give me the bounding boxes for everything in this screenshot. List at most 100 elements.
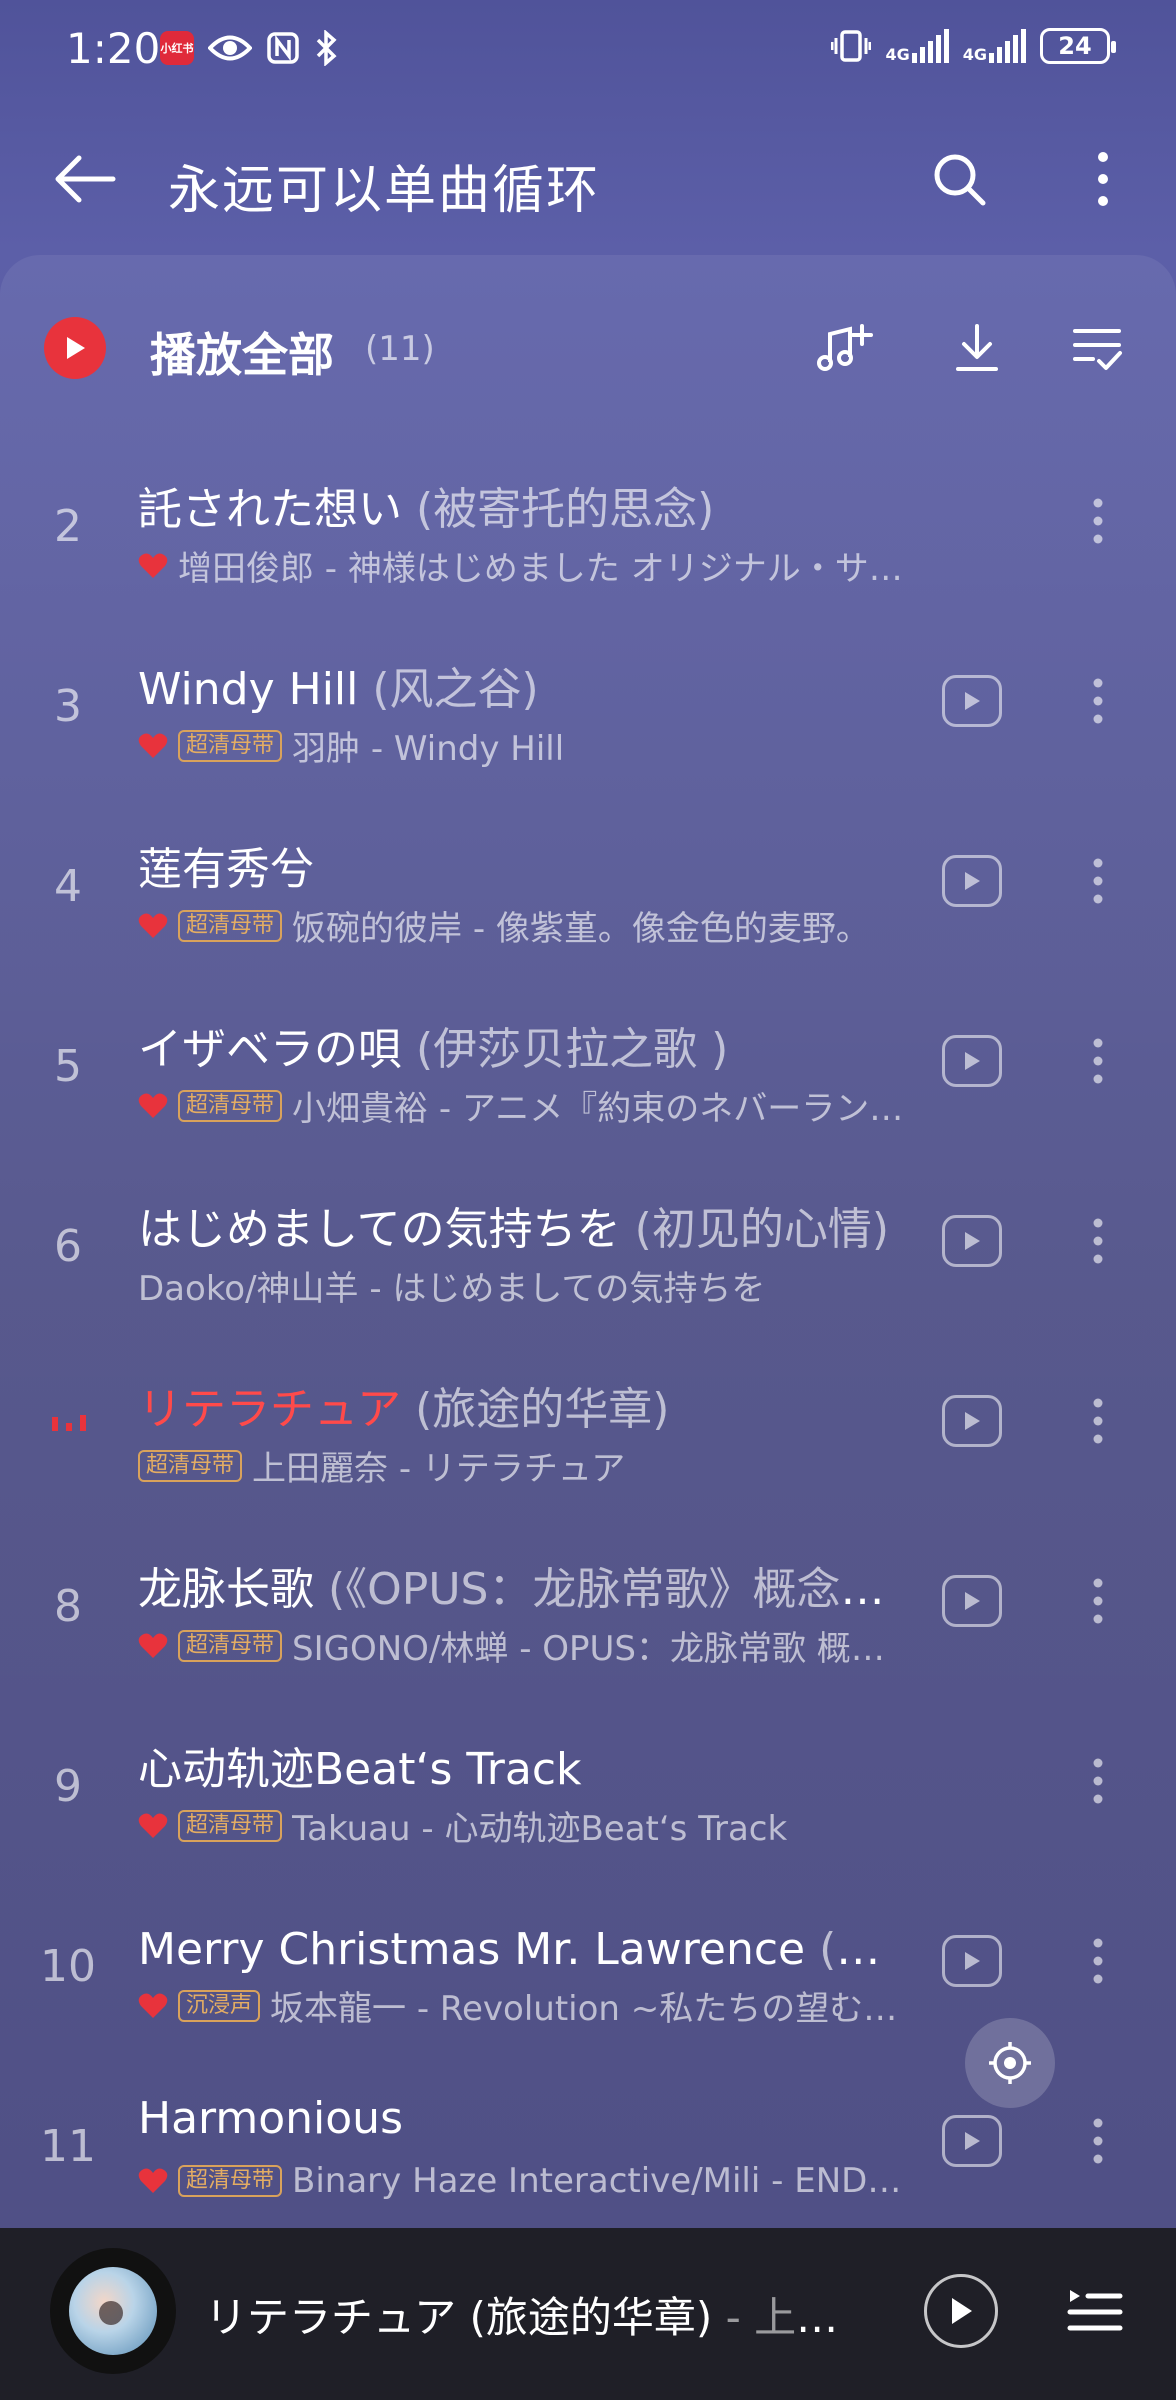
song-index: 2 bbox=[54, 501, 82, 552]
song-index: 11 bbox=[40, 2121, 96, 2172]
song-meta: 增田俊郎 - 神様はじめました オリジナル・サウンドトラック bbox=[138, 541, 918, 590]
mv-play-button[interactable] bbox=[942, 2115, 1002, 2167]
song-title[interactable]: Windy Hill (风之谷) bbox=[138, 653, 918, 717]
song-more-button[interactable] bbox=[1070, 2105, 1126, 2177]
quality-badge: 超清母带 bbox=[178, 2165, 283, 2197]
more-vertical-icon bbox=[1098, 152, 1108, 206]
battery-indicator: 24 bbox=[1040, 28, 1116, 64]
playlist-queue-button[interactable] bbox=[1062, 2278, 1128, 2344]
song-index: 4 bbox=[54, 861, 82, 912]
status-time: 1:20 bbox=[66, 24, 161, 73]
song-title[interactable]: リテラチュア (旅途的华章) bbox=[138, 1373, 918, 1437]
more-vertical-icon bbox=[1093, 1398, 1103, 1444]
play-all-button[interactable] bbox=[44, 317, 106, 379]
song-title-main: 託された想い bbox=[138, 484, 402, 535]
song-more-button[interactable] bbox=[1070, 845, 1126, 917]
song-artist-album: Daoko/神山羊 - はじめましての気持ちを bbox=[138, 1269, 766, 1309]
song-row[interactable]: 5 イザベラの唄 (伊莎贝拉之歌 ) 超清母带 小畑貴裕 - アニメ『約束のネバーラン… bbox=[0, 975, 1176, 1155]
song-artist-album: Takuau - 心动轨迹Beat‘s Track bbox=[292, 1809, 788, 1849]
quality-badge: 超清母带 bbox=[178, 909, 283, 942]
mini-play-button[interactable] bbox=[924, 2274, 998, 2348]
song-artist-album: 增田俊郎 - 神様はじめました オリジナル・サウンドトラック bbox=[178, 549, 918, 589]
back-button[interactable] bbox=[50, 144, 120, 214]
song-title-main: リテラチュア bbox=[138, 1384, 402, 1435]
song-artist-album: 羽肿 - Windy Hill bbox=[292, 729, 565, 769]
signal-1: 4G bbox=[885, 29, 949, 63]
mv-play-button[interactable] bbox=[942, 855, 1002, 907]
locate-current-song-button[interactable] bbox=[965, 2018, 1055, 2108]
signal-bars-1-icon bbox=[911, 29, 949, 63]
app-bar: 永远可以单曲循环 bbox=[0, 120, 1176, 240]
status-system-icons: 4G 4G 24 bbox=[831, 28, 1116, 64]
song-count: (11) bbox=[365, 329, 435, 369]
song-meta: 超清母带 上田麗奈 - リテラチュア bbox=[138, 1441, 918, 1490]
song-more-button[interactable] bbox=[1070, 1385, 1126, 1457]
song-more-button[interactable] bbox=[1070, 1565, 1126, 1637]
song-row[interactable]: 3 Windy Hill (风之谷) 超清母带 羽肿 - Windy Hill bbox=[0, 615, 1176, 795]
multi-select-button[interactable] bbox=[1066, 317, 1128, 379]
song-more-button[interactable] bbox=[1070, 665, 1126, 737]
target-icon bbox=[989, 2042, 1031, 2084]
now-playing-artist: - 上田麗奈 bbox=[725, 2293, 845, 2342]
album-cover[interactable] bbox=[50, 2248, 176, 2374]
song-title[interactable]: Merry Christmas Mr. Lawrence (圣诞快乐，劳伦斯先生… bbox=[138, 1913, 918, 1977]
video-play-icon bbox=[965, 2132, 980, 2150]
song-row[interactable]: 6 はじめましての気持ちを (初见的心情) Daoko/神山羊 - はじめましての気… bbox=[0, 1155, 1176, 1335]
song-artist-album: SIGONO/林蝉 - OPUS：龙脉常歌 概念原声带 bbox=[292, 1629, 918, 1669]
song-title[interactable]: 龙脉长歌 (《OPUS：龙脉常歌》概念宣传曲) bbox=[138, 1553, 918, 1617]
mv-play-button[interactable] bbox=[942, 1395, 1002, 1447]
song-index: 9 bbox=[54, 1761, 82, 1812]
album-art-image bbox=[69, 2267, 157, 2355]
mv-play-button[interactable] bbox=[942, 1035, 1002, 1087]
song-more-button[interactable] bbox=[1070, 485, 1126, 557]
song-index: 5 bbox=[54, 1041, 82, 1092]
arrow-left-icon bbox=[55, 155, 116, 203]
song-title-translation: (初见的心情) bbox=[620, 1204, 890, 1255]
mv-play-button[interactable] bbox=[942, 1575, 1002, 1627]
song-title[interactable]: 託された想い (被寄托的思念) bbox=[138, 473, 918, 537]
song-title-translation: (风之谷) bbox=[358, 664, 539, 715]
song-more-button[interactable] bbox=[1070, 1205, 1126, 1277]
song-more-button[interactable] bbox=[1070, 1025, 1126, 1097]
song-meta: Daoko/神山羊 - はじめましての気持ちを bbox=[138, 1261, 918, 1310]
search-button[interactable] bbox=[924, 144, 994, 214]
song-more-button[interactable] bbox=[1070, 1925, 1126, 1997]
play-all-row[interactable]: 播放全部 (11) bbox=[0, 295, 1176, 395]
song-row[interactable]: 2 託された想い (被寄托的思念) 增田俊郎 - 神様はじめました オリジナル・サウ… bbox=[0, 435, 1176, 615]
add-to-playlist-button[interactable] bbox=[814, 317, 876, 379]
now-playing-song: リテラチュア (旅途的华章) bbox=[205, 2293, 713, 2342]
song-meta: 超清母带 饭碗的彼岸 - 像紫堇。像金色的麦野。 bbox=[138, 901, 918, 950]
song-title[interactable]: Harmonious bbox=[138, 2093, 918, 2144]
mv-play-button[interactable] bbox=[942, 675, 1002, 727]
song-row[interactable]: 4 莲有秀兮 超清母带 饭碗的彼岸 - 像紫堇。像金色的麦野。 bbox=[0, 795, 1176, 975]
more-options-button[interactable] bbox=[1068, 144, 1138, 214]
play-all-label[interactable]: 播放全部 bbox=[150, 319, 334, 385]
song-meta: 超清母带 Takuau - 心动轨迹Beat‘s Track bbox=[138, 1801, 918, 1850]
song-row[interactable]: 8 龙脉长歌 (《OPUS：龙脉常歌》概念宣传曲) 超清母带 SIGONO/林蝉 - … bbox=[0, 1515, 1176, 1695]
video-play-icon bbox=[965, 1952, 980, 1970]
signal-2: 4G bbox=[963, 29, 1026, 63]
video-play-icon bbox=[965, 1412, 980, 1430]
now-playing-title[interactable]: リテラチュア (旅途的华章) - 上田麗奈 bbox=[205, 2284, 845, 2345]
quality-badge: 超清母带 bbox=[178, 729, 283, 762]
quality-badge: 超清母带 bbox=[178, 1809, 283, 1842]
mv-play-button[interactable] bbox=[942, 1935, 1002, 1987]
song-row[interactable]: 9 心动轨迹Beat‘s Track 超清母带 Takuau - 心动轨迹Beat‘s… bbox=[0, 1695, 1176, 1875]
mini-player[interactable]: リテラチュア (旅途的华章) - 上田麗奈 bbox=[0, 2228, 1176, 2400]
download-button[interactable] bbox=[946, 317, 1008, 379]
more-vertical-icon bbox=[1093, 498, 1103, 544]
more-vertical-icon bbox=[1093, 1218, 1103, 1264]
song-title[interactable]: 莲有秀兮 bbox=[138, 833, 918, 897]
quality-badge: 超清母带 bbox=[178, 1629, 283, 1662]
song-title-main: イザベラの唄 bbox=[138, 1024, 402, 1075]
song-title[interactable]: イザベラの唄 (伊莎贝拉之歌 ) bbox=[138, 1013, 918, 1077]
download-icon bbox=[956, 324, 998, 371]
mv-play-button[interactable] bbox=[942, 1215, 1002, 1267]
song-row[interactable]: リテラチュア (旅途的华章) 超清母带 上田麗奈 - リテラチュア bbox=[0, 1335, 1176, 1515]
song-title[interactable]: 心动轨迹Beat‘s Track bbox=[138, 1733, 918, 1797]
song-meta: 超清母带 羽肿 - Windy Hill bbox=[138, 721, 918, 770]
song-title[interactable]: はじめましての気持ちを (初见的心情) bbox=[138, 1193, 918, 1257]
list-check-icon bbox=[1073, 329, 1122, 370]
song-index: 8 bbox=[54, 1581, 82, 1632]
song-more-button[interactable] bbox=[1070, 1745, 1126, 1817]
